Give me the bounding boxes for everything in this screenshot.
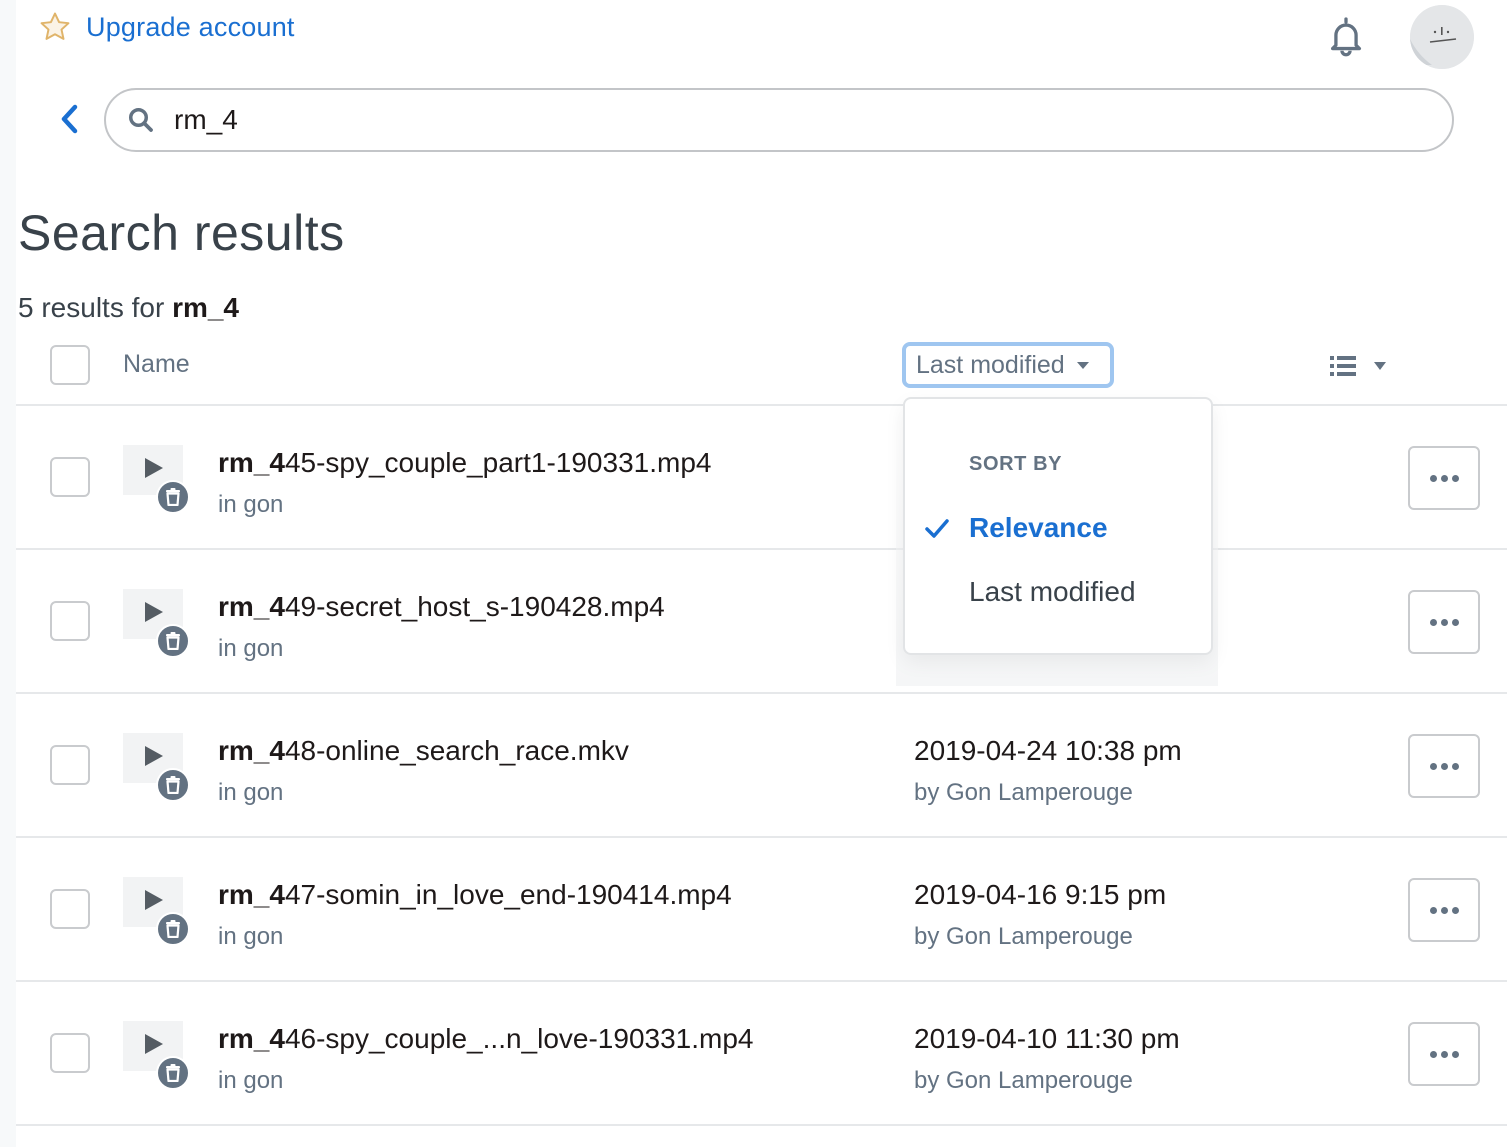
file-name-rest: 47-somin_in_love_end-190414.mp4 — [284, 879, 732, 910]
file-modified-by: by Gon Lamperouge — [914, 1067, 1133, 1094]
row-checkbox[interactable] — [50, 745, 90, 785]
more-actions-button[interactable] — [1408, 734, 1480, 798]
search-bar[interactable] — [104, 88, 1454, 152]
file-location[interactable]: in gon — [218, 491, 283, 519]
file-name-match: rm_4 — [218, 447, 285, 478]
trash-icon — [166, 776, 180, 794]
table-row[interactable]: rm_449-secret_host_s-190428.mp4 in gon — [16, 549, 1507, 693]
play-icon — [145, 458, 163, 478]
file-name-rest: 48-online_search_race.mkv — [284, 735, 629, 766]
result-count: 5 results for rm_4 — [18, 292, 239, 324]
caret-down-icon — [1374, 362, 1386, 370]
file-modified-date: 2019-04-16 9:15 pm — [914, 879, 1167, 910]
view-toggle-button[interactable] — [1330, 355, 1386, 377]
file-location[interactable]: in gon — [218, 635, 283, 663]
file-name[interactable]: rm_447-somin_in_love_end-190414.mp4 — [218, 879, 732, 911]
sort-by-menu: SORT BY Relevance Last modified — [903, 397, 1213, 655]
upgrade-account-link[interactable]: Upgrade account — [38, 10, 295, 44]
trash-icon — [166, 920, 180, 938]
file-name-rest: 45-spy_couple_part1-190331.mp4 — [284, 447, 712, 478]
trash-icon — [166, 632, 180, 650]
sort-dropdown-button[interactable]: Last modified — [902, 342, 1114, 388]
sort-option-label: Relevance — [969, 512, 1108, 543]
search-input[interactable] — [174, 104, 1374, 136]
left-rail — [0, 0, 16, 1147]
result-count-prefix: 5 results for — [18, 292, 165, 323]
file-name-match: rm_4 — [218, 879, 285, 910]
column-header-name[interactable]: Name — [123, 350, 190, 379]
file-name-match: rm_4 — [218, 735, 285, 766]
file-location[interactable]: in gon — [218, 779, 283, 807]
sort-option-relevance[interactable]: Relevance — [905, 503, 1211, 553]
play-icon — [145, 1034, 163, 1054]
trash-badge-icon — [156, 480, 190, 514]
sort-option-label: Last modified — [969, 576, 1136, 607]
file-name-rest: 49-secret_host_s-190428.mp4 — [284, 591, 665, 622]
file-modified-date: 2019-04-10 11:30 pm — [914, 1023, 1180, 1054]
trash-badge-icon — [156, 912, 190, 946]
file-name[interactable]: rm_445-spy_couple_part1-190331.mp4 — [218, 447, 711, 479]
upgrade-account-label: Upgrade account — [86, 11, 295, 42]
divider — [16, 1124, 1507, 1126]
avatar[interactable] — [1410, 5, 1474, 69]
row-checkbox[interactable] — [50, 1033, 90, 1073]
trash-icon — [166, 1064, 180, 1082]
star-icon — [40, 12, 70, 40]
trash-badge-icon — [156, 1056, 190, 1090]
sort-dropdown-label: Last modified — [916, 350, 1065, 379]
back-chevron-icon[interactable] — [56, 102, 84, 136]
file-name-rest: 46-spy_couple_...n_love-190331.mp4 — [284, 1023, 754, 1054]
caret-down-icon — [1076, 361, 1089, 369]
table-row[interactable]: rm_446-spy_couple_...n_love-190331.mp4 i… — [16, 981, 1507, 1125]
file-modified-date: 2019-04-24 10:38 pm — [914, 735, 1182, 766]
row-checkbox[interactable] — [50, 457, 90, 497]
checkmark-icon — [925, 519, 949, 538]
play-icon — [145, 890, 163, 910]
result-count-query: rm_4 — [172, 292, 239, 323]
file-name[interactable]: rm_446-spy_couple_...n_love-190331.mp4 — [218, 1023, 754, 1055]
table-row[interactable]: rm_448-online_search_race.mkv in gon 201… — [16, 693, 1507, 837]
file-modified-by: by Gon Lamperouge — [914, 779, 1133, 806]
more-actions-button[interactable] — [1408, 878, 1480, 942]
select-all-checkbox[interactable] — [50, 345, 90, 385]
file-name[interactable]: rm_448-online_search_race.mkv — [218, 735, 629, 767]
sort-option-last-modified[interactable]: Last modified — [905, 567, 1211, 617]
file-name-match: rm_4 — [218, 591, 285, 622]
more-actions-button[interactable] — [1408, 446, 1480, 510]
more-actions-button[interactable] — [1408, 1022, 1480, 1086]
avatar-face-icon — [1410, 5, 1474, 69]
table-row[interactable]: rm_445-spy_couple_part1-190331.mp4 in go… — [16, 405, 1507, 549]
row-checkbox[interactable] — [50, 601, 90, 641]
table-row[interactable]: rm_447-somin_in_love_end-190414.mp4 in g… — [16, 837, 1507, 981]
trash-badge-icon — [156, 624, 190, 658]
play-icon — [145, 746, 163, 766]
row-checkbox[interactable] — [50, 889, 90, 929]
list-view-icon — [1330, 356, 1356, 376]
more-actions-button[interactable] — [1408, 590, 1480, 654]
file-name[interactable]: rm_449-secret_host_s-190428.mp4 — [218, 591, 665, 623]
bell-icon[interactable] — [1324, 14, 1368, 60]
sort-by-heading: SORT BY — [969, 453, 1063, 475]
search-icon — [129, 108, 153, 132]
file-modified-by: by Gon Lamperouge — [914, 923, 1133, 950]
file-name-match: rm_4 — [218, 1023, 285, 1054]
file-location[interactable]: in gon — [218, 1067, 283, 1095]
trash-icon — [166, 488, 180, 506]
page-title: Search results — [18, 205, 345, 261]
file-location[interactable]: in gon — [218, 923, 283, 951]
trash-badge-icon — [156, 768, 190, 802]
play-icon — [145, 602, 163, 622]
